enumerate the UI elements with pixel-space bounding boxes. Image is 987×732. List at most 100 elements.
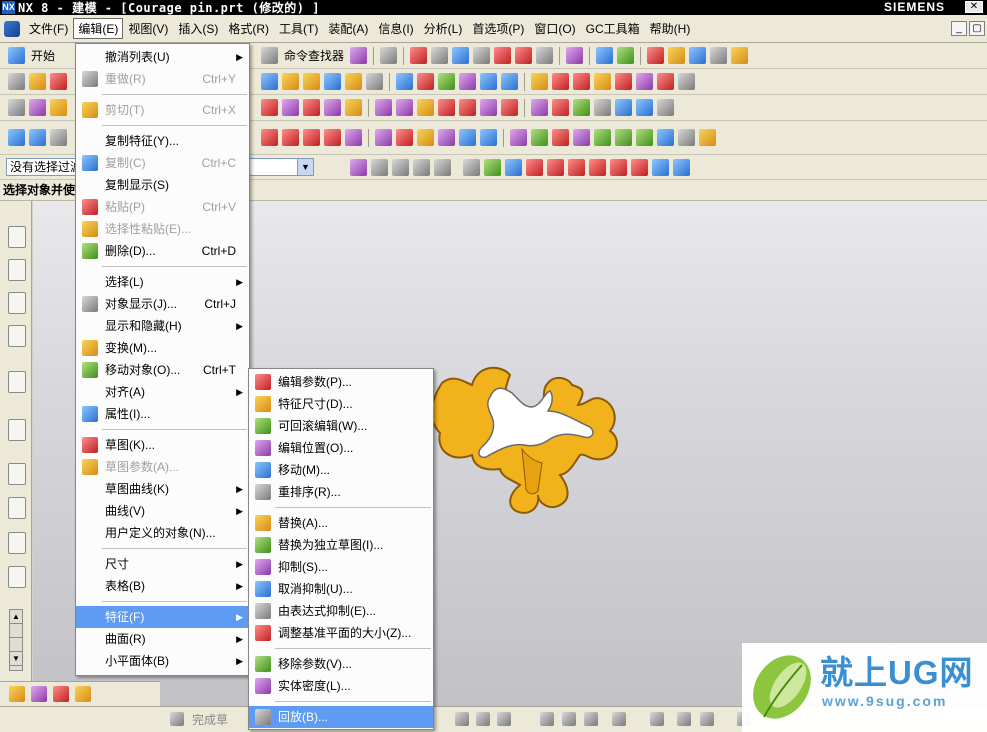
feature-menu-item[interactable]: 替换为独立草图(I)...	[249, 534, 433, 556]
menu-0[interactable]: 文件(F)	[24, 18, 73, 39]
feature-menu-item[interactable]: 调整基准平面的大小(Z)...	[249, 622, 433, 644]
system-materials-icon[interactable]	[8, 463, 26, 485]
edit-menu-item[interactable]: 小平面体(B) ▶	[76, 650, 249, 672]
ruler-icon[interactable]	[350, 47, 368, 64]
analysis-icon[interactable]	[647, 47, 665, 64]
menu-separator	[102, 266, 247, 267]
minimize-icon[interactable]: _	[951, 21, 967, 36]
menu-10[interactable]: 窗口(O)	[529, 18, 580, 39]
resource-scrollbar[interactable]: ▲ ▼	[9, 609, 23, 671]
edit-menu-item[interactable]: 用户定义的对象(N)...	[76, 522, 249, 544]
menu-4[interactable]: 格式(R)	[223, 18, 274, 39]
part-navigator-icon[interactable]	[8, 292, 26, 314]
background-icon[interactable]	[536, 47, 554, 64]
menu-separator	[102, 94, 247, 95]
menu-7[interactable]: 信息(I)	[373, 18, 418, 39]
edit-menu-item[interactable]: 撤消列表(U) ▶	[76, 46, 249, 68]
restore-icon[interactable]: ▢	[969, 21, 985, 36]
web-browser-icon[interactable]	[8, 371, 26, 393]
edit-menu-item[interactable]: 草图曲线(K) ▶	[76, 478, 249, 500]
menu-1[interactable]: 编辑(E)	[73, 18, 124, 39]
feature-menu-item[interactable]: 移动(M)...	[249, 459, 433, 481]
layer-icon[interactable]	[566, 47, 584, 64]
edit-menu-item[interactable]: 特征(F) ▶	[76, 606, 249, 628]
courage-pin-model[interactable]	[431, 366, 618, 514]
feature-menu-item[interactable]: 抑制(S)...	[249, 556, 433, 578]
section-icon[interactable]	[494, 47, 512, 64]
start-button[interactable]: 开始	[31, 47, 55, 64]
feature-menu-item-label: 替换为独立草图(I)...	[278, 538, 384, 552]
feature-menu-item[interactable]: 重排序(R)...	[249, 481, 433, 503]
feature-menu-item[interactable]: 由表达式抑制(E)...	[249, 600, 433, 622]
menu-6[interactable]: 装配(A)	[323, 18, 373, 39]
measure-icon[interactable]	[731, 47, 749, 64]
menu-5[interactable]: 工具(T)	[274, 18, 323, 39]
edit-menu-item-label: 变换(M)...	[105, 341, 157, 355]
edit-menu-item[interactable]: 变换(M)...	[76, 337, 249, 359]
feature-menu-item[interactable]: 实体密度(L)...	[249, 675, 433, 697]
feature-menu-item[interactable]: 替换(A)...	[249, 512, 433, 534]
edit-menu-item[interactable]: 曲面(R) ▶	[76, 628, 249, 650]
menu-3[interactable]: 插入(S)	[173, 18, 223, 39]
sketch-finish-icon[interactable]	[170, 712, 184, 726]
process-studio-icon[interactable]	[8, 497, 26, 519]
dim-icon[interactable]	[689, 47, 707, 64]
roles-icon[interactable]	[8, 532, 26, 554]
feature-menu-item[interactable]: 编辑位置(O)...	[249, 437, 433, 459]
reuse-library-icon[interactable]	[8, 325, 26, 347]
edit-menu-item[interactable]: 曲线(V) ▶	[76, 500, 249, 522]
menu-9[interactable]: 首选项(P)	[467, 18, 529, 39]
menu-separator	[102, 429, 247, 430]
feature-menu-item[interactable]: 特征尺寸(D)...	[249, 393, 433, 415]
assembly-navigator-icon[interactable]	[8, 226, 26, 248]
edit-menu-item[interactable]: 复制(C) Ctrl+C	[76, 152, 249, 174]
feature-menu-item[interactable]: 取消抑制(U)...	[249, 578, 433, 600]
shortcut-label: Ctrl+J	[204, 297, 236, 311]
cube-icon[interactable]	[452, 47, 470, 64]
edit-menu-item[interactable]: 尺寸 ▶	[76, 553, 249, 575]
edit-menu-item[interactable]: 剪切(T) Ctrl+X	[76, 99, 249, 121]
edit-menu-item[interactable]: 对象显示(J)... Ctrl+J	[76, 293, 249, 315]
edit-menu-item[interactable]: 复制特征(Y)...	[76, 130, 249, 152]
edit-menu-item[interactable]: 属性(I)...	[76, 403, 249, 425]
edit-menu-item[interactable]: 重做(R) Ctrl+Y	[76, 68, 249, 90]
shading-icon[interactable]	[473, 47, 491, 64]
constraint-navigator-icon[interactable]	[8, 259, 26, 281]
chevron-down-icon[interactable]: ▼	[297, 159, 313, 175]
feature-menu-item[interactable]: 可回滚编辑(W)...	[249, 415, 433, 437]
tool-icon[interactable]	[668, 47, 686, 64]
fit-icon[interactable]	[410, 47, 428, 64]
edit-menu-item[interactable]: 粘贴(P) Ctrl+V	[76, 196, 249, 218]
edit-menu-item[interactable]: 草图(K)...	[76, 434, 249, 456]
view-orient-icon[interactable]	[380, 47, 398, 64]
edit-menu-item[interactable]: 删除(D)... Ctrl+D	[76, 240, 249, 262]
feature-menu-item[interactable]: 编辑参数(P)...	[249, 371, 433, 393]
menu-12[interactable]: 帮助(H)	[645, 18, 696, 39]
menu-11[interactable]: GC工具箱	[581, 18, 645, 39]
edit-menu-item[interactable]: 选择(L) ▶	[76, 271, 249, 293]
box-icon[interactable]	[515, 47, 533, 64]
feature-menu-item[interactable]: 回放(B)...	[249, 706, 433, 728]
close-window-button[interactable]: ✕	[965, 1, 983, 13]
cloud-icon[interactable]	[431, 47, 449, 64]
feature-menu-item-label: 抑制(S)...	[278, 560, 328, 574]
edit-menu-item[interactable]: 复制显示(S)	[76, 174, 249, 196]
feature-menu-item[interactable]: 移除参数(V)...	[249, 653, 433, 675]
nx-logo-icon: NX	[2, 1, 15, 14]
grid-icon[interactable]	[617, 47, 635, 64]
edit-menu-item[interactable]: 草图参数(A)...	[76, 456, 249, 478]
edit-menu-item[interactable]: 移动对象(O)... Ctrl+T	[76, 359, 249, 381]
edit-menu-item[interactable]: 表格(B) ▶	[76, 575, 249, 597]
app-menu-icon[interactable]	[4, 20, 20, 37]
edit-menu-item[interactable]: 对齐(A) ▶	[76, 381, 249, 403]
menu-8[interactable]: 分析(L)	[419, 18, 468, 39]
wcs-icon[interactable]	[596, 47, 614, 64]
edit-menu-item[interactable]: 选择性粘贴(E)...	[76, 218, 249, 240]
edit-menu-item[interactable]: 显示和隐藏(H) ▶	[76, 315, 249, 337]
menu-2[interactable]: 视图(V)	[123, 18, 173, 39]
edit-menu-item-label: 复制(C)	[105, 156, 146, 170]
history-icon[interactable]	[8, 419, 26, 441]
info-icon[interactable]	[710, 47, 728, 64]
system-scenes-icon[interactable]	[8, 566, 26, 588]
command-finder-button[interactable]: 命令查找器	[284, 47, 344, 64]
